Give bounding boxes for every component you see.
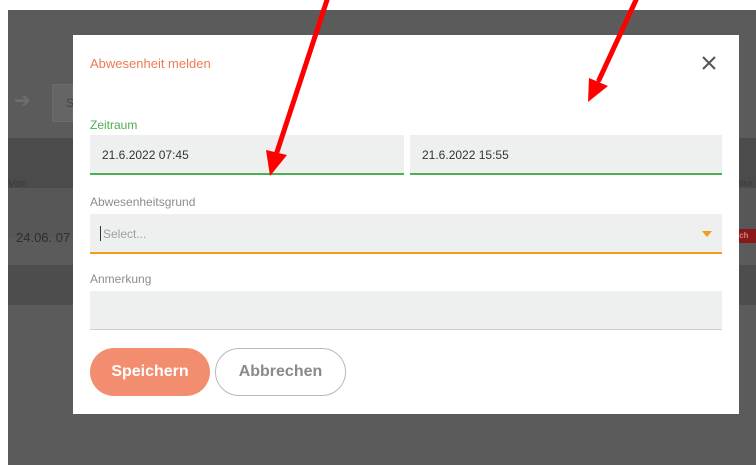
annotation-arrow-right: [588, 0, 639, 102]
annotation-arrow-left: [266, 0, 330, 176]
screen: ➔ S Von 24.06. 07 atus ich Abwesenheit m…: [0, 0, 756, 465]
annotation-arrows: [266, 0, 639, 176]
